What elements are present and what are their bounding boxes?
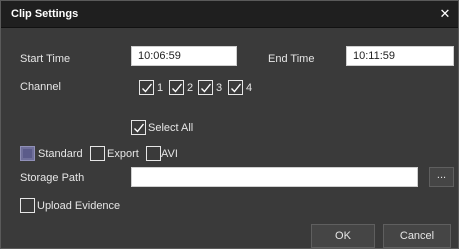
channel-1-label[interactable]: 1: [157, 82, 163, 94]
clip-settings-dialog: Clip Settings ✕ Start Time End Time Chan…: [0, 0, 459, 249]
start-time-label: Start Time: [20, 53, 71, 65]
channel-3-label[interactable]: 3: [216, 82, 222, 94]
title-bar: Clip Settings ✕: [1, 1, 458, 28]
channel-2-label[interactable]: 2: [187, 82, 193, 94]
channel-2-checkbox[interactable]: [169, 80, 184, 95]
start-time-input[interactable]: [131, 46, 237, 66]
ok-button[interactable]: OK: [311, 224, 375, 248]
browse-button[interactable]: ...: [429, 167, 454, 187]
upload-evidence-checkbox[interactable]: [20, 198, 35, 213]
export-label[interactable]: Export: [107, 148, 139, 160]
end-time-input[interactable]: [346, 46, 454, 66]
upload-evidence-label[interactable]: Upload Evidence: [37, 200, 120, 212]
check-icon: [142, 83, 153, 93]
channel-label: Channel: [20, 81, 61, 93]
check-icon: [172, 83, 183, 93]
standard-label[interactable]: Standard: [38, 148, 83, 160]
cancel-button[interactable]: Cancel: [383, 224, 451, 248]
select-all-label[interactable]: Select All: [148, 122, 193, 134]
check-icon: [201, 83, 212, 93]
avi-label[interactable]: AVI: [161, 148, 178, 160]
select-all-checkbox[interactable]: [131, 120, 146, 135]
check-icon: [134, 123, 145, 133]
channel-4-checkbox[interactable]: [228, 80, 243, 95]
standard-checkbox[interactable]: [20, 146, 35, 161]
channel-3-checkbox[interactable]: [198, 80, 213, 95]
end-time-label: End Time: [268, 53, 315, 65]
channel-1-checkbox[interactable]: [139, 80, 154, 95]
avi-checkbox[interactable]: [146, 146, 161, 161]
check-icon: [231, 83, 242, 93]
storage-path-label: Storage Path: [20, 172, 85, 184]
close-icon[interactable]: ✕: [436, 5, 454, 23]
dialog-title: Clip Settings: [11, 8, 79, 20]
export-checkbox[interactable]: [90, 146, 105, 161]
channel-4-label[interactable]: 4: [246, 82, 252, 94]
storage-path-input[interactable]: [131, 167, 418, 187]
